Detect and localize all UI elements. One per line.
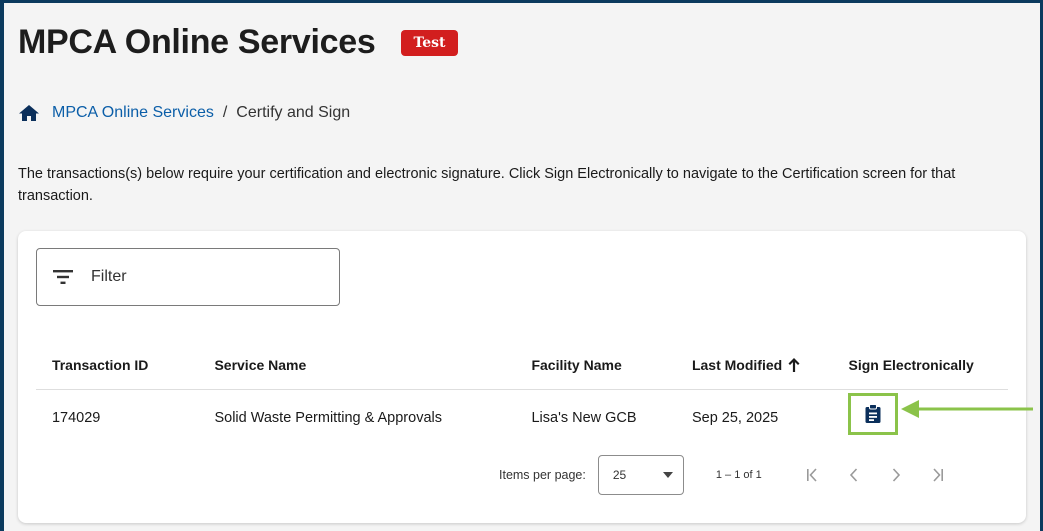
- breadcrumb: MPCA Online Services / Certify and Sign: [18, 104, 350, 122]
- clipboard-icon: [865, 404, 881, 423]
- next-page-icon[interactable]: [890, 468, 902, 482]
- last-page-icon[interactable]: [932, 468, 944, 482]
- column-header-service-name[interactable]: Service Name: [214, 357, 531, 373]
- sort-arrow-up-icon: [788, 358, 800, 372]
- column-header-sign-electronically: Sign Electronically: [848, 357, 974, 373]
- filter-list-icon: [53, 270, 73, 284]
- transactions-table: Transaction ID Service Name Facility Nam…: [36, 341, 1008, 446]
- cell-service-name: Solid Waste Permitting & Approvals: [214, 410, 442, 426]
- cell-transaction-id: 174029: [51, 410, 101, 426]
- breadcrumb-separator: /: [222, 104, 228, 121]
- filter-field[interactable]: Filter: [36, 248, 340, 306]
- dropdown-caret-icon: [662, 472, 673, 478]
- breadcrumb-home-link[interactable]: MPCA Online Services: [52, 104, 214, 122]
- cell-facility-name: Lisa's New GCB: [531, 410, 637, 426]
- intro-text: The transactions(s) below require your c…: [18, 166, 956, 204]
- breadcrumb-current: Certify and Sign: [236, 104, 351, 121]
- first-page-icon[interactable]: [806, 468, 818, 482]
- column-header-facility-name[interactable]: Facility Name: [531, 357, 692, 373]
- column-header-transaction-id[interactable]: Transaction ID: [52, 357, 215, 373]
- sign-highlight-box: [848, 393, 899, 435]
- title-row: MPCA Online Services Test: [18, 23, 458, 62]
- sign-electronically-button[interactable]: [861, 402, 885, 426]
- previous-page-icon[interactable]: [848, 468, 860, 482]
- paginator: Items per page: 25 1 – 1 of 1: [499, 455, 944, 495]
- page-title: MPCA Online Services: [18, 23, 376, 61]
- page: MPCA Online Services Test MPCA Online Se…: [4, 3, 1040, 531]
- table-header-row: Transaction ID Service Name Facility Nam…: [36, 341, 1008, 390]
- home-icon[interactable]: [18, 104, 40, 122]
- environment-badge: Test: [401, 29, 458, 56]
- items-per-page-select[interactable]: 25: [597, 455, 684, 495]
- column-header-last-modified[interactable]: Last Modified: [692, 357, 849, 373]
- annotation-arrow-icon: [901, 400, 1033, 418]
- items-per-page-label: Items per page:: [499, 468, 586, 482]
- page-range-label: 1 – 1 of 1: [715, 469, 762, 481]
- filter-label: Filter: [91, 268, 127, 285]
- items-per-page-value: 25: [612, 468, 627, 482]
- table-row: 174029 Solid Waste Permitting & Approval…: [36, 390, 1008, 446]
- column-header-last-modified-label: Last Modified: [691, 357, 783, 373]
- cell-last-modified: Sep 25, 2025: [691, 410, 779, 426]
- transactions-card: Filter Transaction ID Service Name Facil…: [18, 231, 1026, 523]
